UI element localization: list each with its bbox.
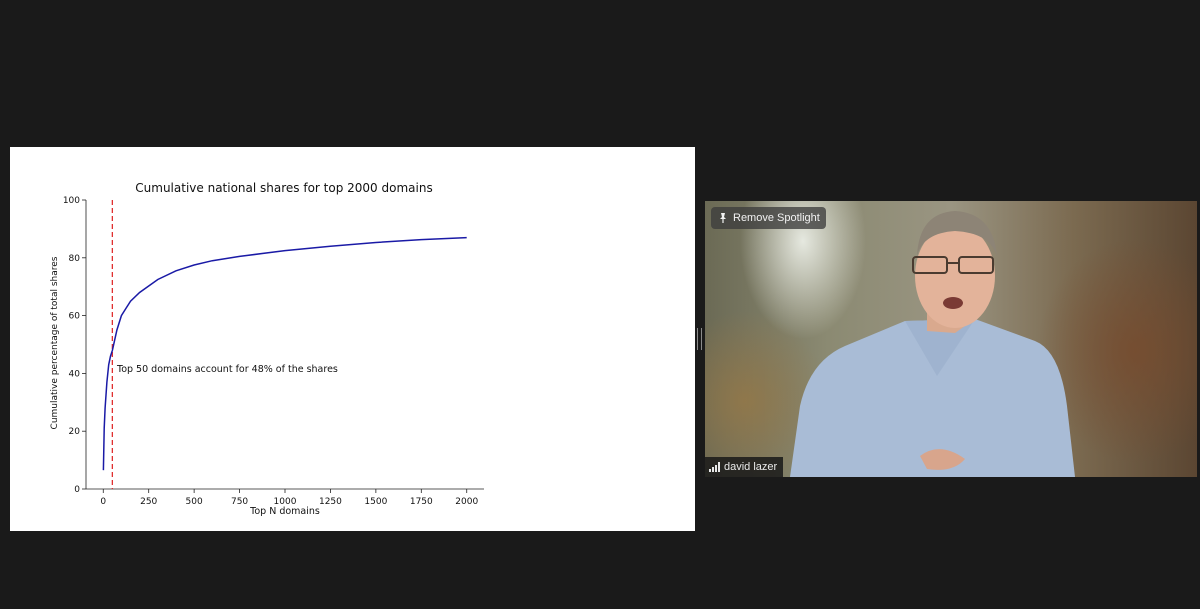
x-tick-label: 2000 — [455, 497, 478, 507]
participant-image — [790, 211, 1075, 477]
x-axis-label: Top N domains — [249, 506, 320, 517]
pin-icon — [720, 213, 726, 223]
y-tick-label: 0 — [74, 485, 80, 495]
y-tick-label: 20 — [69, 427, 81, 437]
x-tick-label: 500 — [186, 497, 203, 507]
y-axis-label: Cumulative percentage of total shares — [50, 256, 60, 429]
chart-title: Cumulative national shares for top 2000 … — [135, 181, 432, 195]
y-tick-label: 80 — [69, 254, 81, 264]
x-tick-label: 1250 — [319, 497, 342, 507]
x-tick-label: 750 — [231, 497, 248, 507]
x-tick-label: 1500 — [364, 497, 387, 507]
x-tick-label: 1000 — [274, 497, 297, 507]
y-tick-label: 60 — [69, 312, 81, 322]
remove-spotlight-button[interactable]: Remove Spotlight — [711, 207, 826, 229]
remove-spotlight-label: Remove Spotlight — [733, 212, 820, 224]
cumulative-share-line — [102, 236, 467, 471]
participant-name: david lazer — [724, 461, 778, 473]
y-tick-label: 40 — [69, 369, 81, 379]
x-tick-label: 1750 — [410, 497, 433, 507]
participant-name-tag: david lazer — [705, 457, 784, 477]
chart: Cumulative national shares for top 2000 … — [50, 181, 484, 517]
shared-screen: Cumulative national shares for top 2000 … — [10, 147, 695, 531]
signal-icon — [709, 462, 720, 472]
panel-resize-handle[interactable] — [697, 328, 702, 350]
x-tick-label: 0 — [100, 497, 106, 507]
y-tick-label: 100 — [63, 196, 80, 206]
x-tick-label: 250 — [140, 497, 157, 507]
participant-video[interactable]: Remove Spotlight david lazer — [705, 201, 1197, 477]
chart-annotation: Top 50 domains account for 48% of the sh… — [116, 364, 338, 375]
